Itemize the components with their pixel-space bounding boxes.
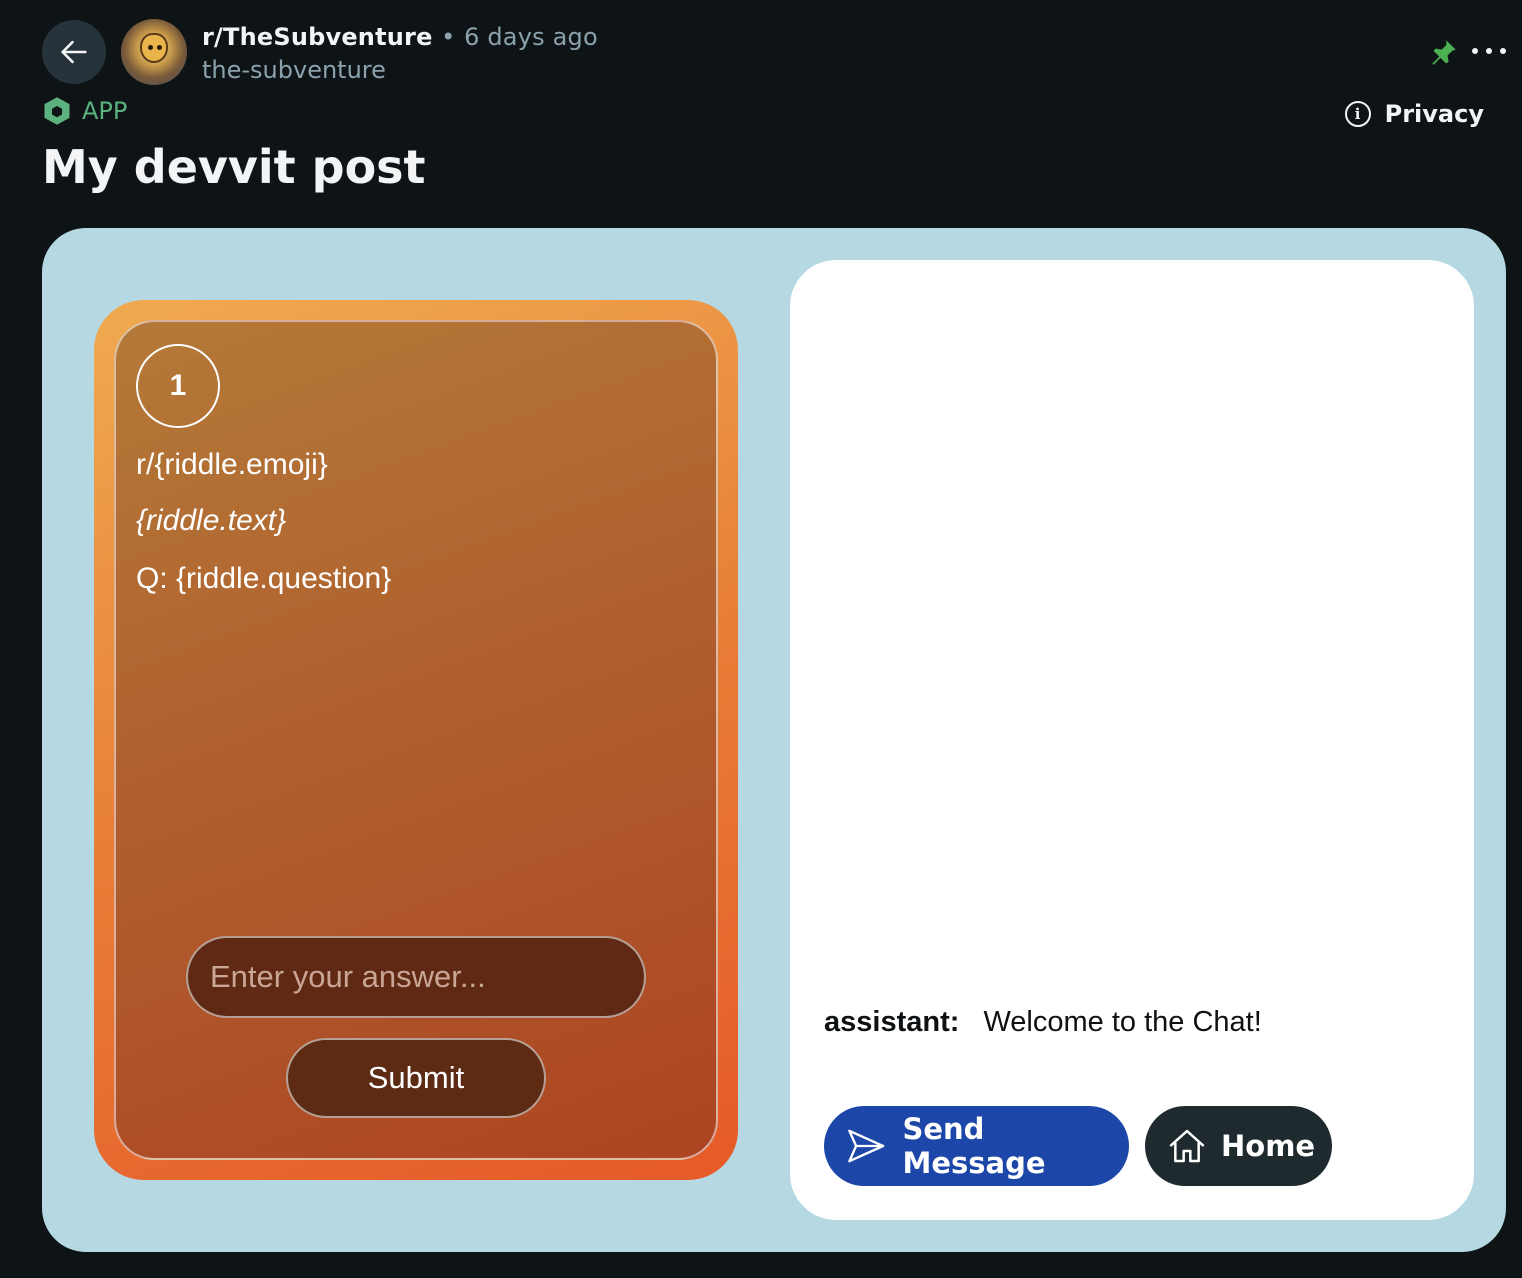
send-icon [848,1129,885,1163]
answer-input[interactable] [186,936,646,1018]
pin-icon [1432,40,1456,65]
avatar-face [140,33,168,63]
post-title: My devvit post [42,140,426,194]
post-author[interactable]: the-subventure [202,56,386,84]
chat-panel: assistant: Welcome to the Chat! Send Mes… [790,260,1474,1220]
info-icon: i [1344,101,1371,127]
send-message-label: Send Message [902,1112,1046,1180]
home-icon [1169,1129,1205,1163]
devvit-app-frame: 1 r/{riddle.emoji} {riddle.text} Q: {rid… [42,228,1506,1252]
riddle-card: 1 r/{riddle.emoji} {riddle.text} Q: {rid… [94,300,738,1180]
riddle-emoji: r/{riddle.emoji} [136,448,328,481]
home-button[interactable]: Home [1145,1106,1332,1186]
riddle-card-inner: 1 r/{riddle.emoji} {riddle.text} Q: {rid… [114,320,718,1160]
chat-role: assistant: [824,1006,960,1038]
riddle-question: Q: {riddle.question} [136,562,392,595]
avatar-eye [148,45,153,50]
dot [1472,48,1478,54]
riddle-text: {riddle.text} [136,504,287,537]
riddle-number-badge: 1 [136,344,220,428]
back-button[interactable] [42,20,106,84]
app-tag: APP [42,96,127,126]
home-label: Home [1221,1129,1316,1163]
dot [1500,48,1506,54]
subreddit-name-line: r/TheSubventure • 6 days ago [202,23,598,51]
chat-message: assistant: Welcome to the Chat! [824,1006,1262,1039]
separator-dot: • [441,23,456,51]
subreddit-link[interactable]: r/TheSubventure [202,23,433,51]
send-message-button[interactable]: Send Message [824,1106,1129,1186]
arrow-left-icon [61,40,87,64]
cube-icon [44,97,70,125]
subreddit-avatar[interactable] [121,19,187,85]
privacy-label: Privacy [1384,100,1484,128]
submit-button[interactable]: Submit [286,1038,546,1118]
privacy-button[interactable]: i Privacy [1344,100,1484,128]
post-time: 6 days ago [464,23,598,51]
app-label: APP [82,97,128,125]
chat-message-text: Welcome to the Chat! [983,1006,1262,1038]
avatar-eye [157,45,162,50]
more-options-icon[interactable] [1472,36,1506,66]
dot [1486,48,1492,54]
